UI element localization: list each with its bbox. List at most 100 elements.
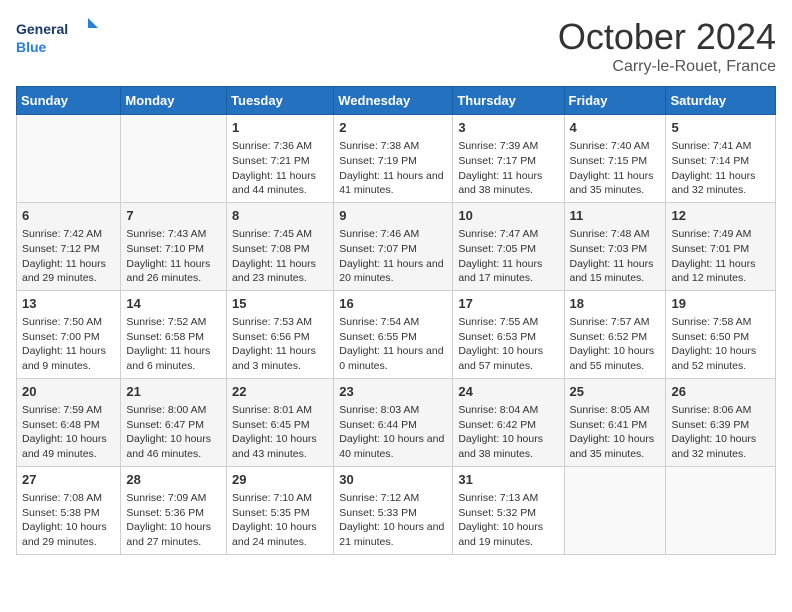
cell-info: Sunrise: 7:55 AM Sunset: 6:53 PM Dayligh… — [458, 315, 558, 374]
cell-info: Sunrise: 7:57 AM Sunset: 6:52 PM Dayligh… — [570, 315, 661, 374]
day-number: 7 — [126, 207, 221, 225]
cell-info: Sunrise: 8:06 AM Sunset: 6:39 PM Dayligh… — [671, 403, 770, 462]
cell-info: Sunrise: 7:13 AM Sunset: 5:32 PM Dayligh… — [458, 491, 558, 550]
day-number: 28 — [126, 471, 221, 489]
cell-info: Sunrise: 7:46 AM Sunset: 7:07 PM Dayligh… — [339, 227, 447, 286]
calendar-cell: 2Sunrise: 7:38 AM Sunset: 7:19 PM Daylig… — [334, 115, 453, 203]
cell-info: Sunrise: 7:52 AM Sunset: 6:58 PM Dayligh… — [126, 315, 221, 374]
cell-info: Sunrise: 7:58 AM Sunset: 6:50 PM Dayligh… — [671, 315, 770, 374]
day-number: 15 — [232, 295, 328, 313]
week-row-4: 20 Sunrise: 7:59 AM Sunset: 6:48 PM Dayli… — [17, 378, 776, 466]
col-header-friday: Friday — [564, 87, 666, 115]
cell-info: Sunrise: 7:48 AM Sunset: 7:03 PM Dayligh… — [570, 227, 661, 286]
cell-info: Sunrise: 7:47 AM Sunset: 7:05 PM Dayligh… — [458, 227, 558, 286]
week-row-1: 1 Sunrise: 7:36 AM Sunset: 7:21 PM Daylig… — [17, 115, 776, 203]
cell-info: Sunrise: 7:53 AM Sunset: 6:56 PM Dayligh… — [232, 315, 328, 374]
cell-info: Sunrise: 7:39 AM Sunset: 7:17 PM Dayligh… — [458, 139, 558, 198]
cell-info: Sunrise: 7:49 AM Sunset: 7:01 PM Dayligh… — [671, 227, 770, 286]
day-number: 17 — [458, 295, 558, 313]
calendar-cell: 26 Sunrise: 8:06 AM Sunset: 6:39 PM Dayli… — [666, 378, 776, 466]
col-header-tuesday: Tuesday — [227, 87, 334, 115]
month-title: October 2024 — [558, 16, 776, 58]
calendar-cell: 9 Sunrise: 7:46 AM Sunset: 7:07 PM Daylig… — [334, 202, 453, 290]
day-number: 10 — [458, 207, 558, 225]
cell-info: Sunrise: 7:38 AM Sunset: 7:19 PM Dayligh… — [339, 139, 447, 198]
cell-info: Sunrise: 7:41 AM Sunset: 7:14 PM Dayligh… — [671, 139, 770, 198]
calendar-cell: 1 Sunrise: 7:36 AM Sunset: 7:21 PM Daylig… — [227, 115, 334, 203]
calendar-cell: 31 Sunrise: 7:13 AM Sunset: 5:32 PM Dayli… — [453, 466, 564, 554]
cell-info: Sunrise: 8:03 AM Sunset: 6:44 PM Dayligh… — [339, 403, 447, 462]
day-number: 25 — [570, 383, 661, 401]
cell-info: Sunrise: 8:05 AM Sunset: 6:41 PM Dayligh… — [570, 403, 661, 462]
cell-info: Sunrise: 7:36 AM Sunset: 7:21 PM Dayligh… — [232, 139, 328, 198]
day-number: 13 — [22, 295, 115, 313]
calendar-cell: 15 Sunrise: 7:53 AM Sunset: 6:56 PM Dayli… — [227, 290, 334, 378]
day-number: 20 — [22, 383, 115, 401]
header-row: SundayMondayTuesdayWednesdayThursdayFrid… — [17, 87, 776, 115]
calendar-cell: 14 Sunrise: 7:52 AM Sunset: 6:58 PM Dayli… — [121, 290, 227, 378]
day-number: 27 — [22, 471, 115, 489]
day-number: 30 — [339, 471, 447, 489]
calendar-cell: 3 Sunrise: 7:39 AM Sunset: 7:17 PM Daylig… — [453, 115, 564, 203]
calendar-cell: 11 Sunrise: 7:48 AM Sunset: 7:03 PM Dayli… — [564, 202, 666, 290]
calendar-cell: 10 Sunrise: 7:47 AM Sunset: 7:05 PM Dayli… — [453, 202, 564, 290]
cell-info: Sunrise: 8:01 AM Sunset: 6:45 PM Dayligh… — [232, 403, 328, 462]
calendar-cell: 16 Sunrise: 7:54 AM Sunset: 6:55 PM Dayli… — [334, 290, 453, 378]
calendar-cell: 30 Sunrise: 7:12 AM Sunset: 5:33 PM Dayli… — [334, 466, 453, 554]
day-number: 12 — [671, 207, 770, 225]
day-number: 11 — [570, 207, 661, 225]
day-number: 1 — [232, 119, 328, 137]
calendar-cell: 22Sunrise: 8:01 AM Sunset: 6:45 PM Dayli… — [227, 378, 334, 466]
cell-info: Sunrise: 7:43 AM Sunset: 7:10 PM Dayligh… — [126, 227, 221, 286]
cell-info: Sunrise: 7:54 AM Sunset: 6:55 PM Dayligh… — [339, 315, 447, 374]
day-number: 31 — [458, 471, 558, 489]
week-row-3: 13Sunrise: 7:50 AM Sunset: 7:00 PM Dayli… — [17, 290, 776, 378]
title-area: October 2024 Carry-le-Rouet, France — [558, 16, 776, 76]
day-number: 4 — [570, 119, 661, 137]
col-header-saturday: Saturday — [666, 87, 776, 115]
day-number: 5 — [671, 119, 770, 137]
calendar-cell: 20 Sunrise: 7:59 AM Sunset: 6:48 PM Dayli… — [17, 378, 121, 466]
svg-text:General: General — [16, 21, 68, 37]
day-number: 19 — [671, 295, 770, 313]
cell-info: Sunrise: 7:09 AM Sunset: 5:36 PM Dayligh… — [126, 491, 221, 550]
calendar-cell: 18 Sunrise: 7:57 AM Sunset: 6:52 PM Dayli… — [564, 290, 666, 378]
cell-info: Sunrise: 8:00 AM Sunset: 6:47 PM Dayligh… — [126, 403, 221, 462]
cell-info: Sunrise: 8:04 AM Sunset: 6:42 PM Dayligh… — [458, 403, 558, 462]
location: Carry-le-Rouet, France — [558, 58, 776, 76]
day-number: 26 — [671, 383, 770, 401]
day-number: 18 — [570, 295, 661, 313]
day-number: 24 — [458, 383, 558, 401]
svg-text:Blue: Blue — [16, 39, 47, 55]
calendar-cell: 28 Sunrise: 7:09 AM Sunset: 5:36 PM Dayli… — [121, 466, 227, 554]
day-number: 23 — [339, 383, 447, 401]
cell-info: Sunrise: 7:12 AM Sunset: 5:33 PM Dayligh… — [339, 491, 447, 550]
day-number: 21 — [126, 383, 221, 401]
day-number: 14 — [126, 295, 221, 313]
calendar-cell: 17 Sunrise: 7:55 AM Sunset: 6:53 PM Dayli… — [453, 290, 564, 378]
calendar-cell: 6Sunrise: 7:42 AM Sunset: 7:12 PM Daylig… — [17, 202, 121, 290]
col-header-wednesday: Wednesday — [334, 87, 453, 115]
calendar-cell — [564, 466, 666, 554]
calendar-cell: 12 Sunrise: 7:49 AM Sunset: 7:01 PM Dayli… — [666, 202, 776, 290]
cell-info: Sunrise: 7:08 AM Sunset: 5:38 PM Dayligh… — [22, 491, 115, 550]
day-number: 9 — [339, 207, 447, 225]
page-header: General Blue October 2024 Carry-le-Rouet… — [16, 16, 776, 76]
calendar-cell: 23 Sunrise: 8:03 AM Sunset: 6:44 PM Dayli… — [334, 378, 453, 466]
calendar-cell: 24 Sunrise: 8:04 AM Sunset: 6:42 PM Dayli… — [453, 378, 564, 466]
cell-info: Sunrise: 7:59 AM Sunset: 6:48 PM Dayligh… — [22, 403, 115, 462]
cell-info: Sunrise: 7:42 AM Sunset: 7:12 PM Dayligh… — [22, 227, 115, 286]
col-header-monday: Monday — [121, 87, 227, 115]
calendar-cell: 27 Sunrise: 7:08 AM Sunset: 5:38 PM Dayli… — [17, 466, 121, 554]
day-number: 3 — [458, 119, 558, 137]
calendar-cell: 19 Sunrise: 7:58 AM Sunset: 6:50 PM Dayli… — [666, 290, 776, 378]
week-row-2: 6Sunrise: 7:42 AM Sunset: 7:12 PM Daylig… — [17, 202, 776, 290]
calendar-cell — [17, 115, 121, 203]
calendar-table: SundayMondayTuesdayWednesdayThursdayFrid… — [16, 86, 776, 555]
col-header-sunday: Sunday — [17, 87, 121, 115]
day-number: 8 — [232, 207, 328, 225]
calendar-cell: 21 Sunrise: 8:00 AM Sunset: 6:47 PM Dayli… — [121, 378, 227, 466]
calendar-cell: 8Sunrise: 7:45 AM Sunset: 7:08 PM Daylig… — [227, 202, 334, 290]
day-number: 16 — [339, 295, 447, 313]
calendar-cell: 29Sunrise: 7:10 AM Sunset: 5:35 PM Dayli… — [227, 466, 334, 554]
